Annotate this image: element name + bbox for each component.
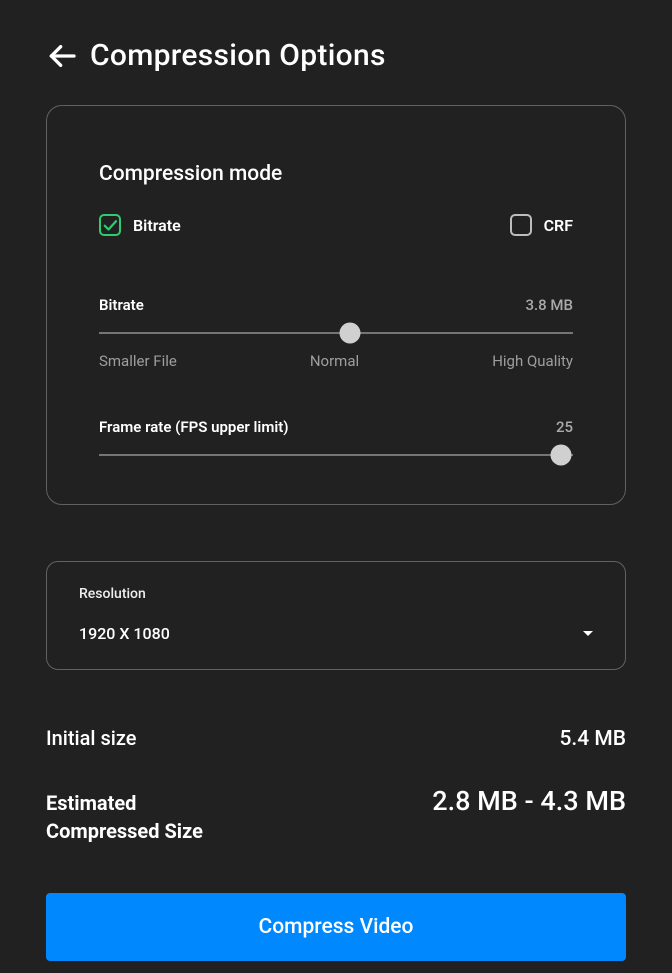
caret-down-icon [583, 631, 593, 636]
estimated-label: Estimated Compressed Size [46, 789, 203, 845]
resolution-value: 1920 X 1080 [79, 624, 170, 643]
framerate-value: 25 [556, 418, 573, 436]
bitrate-label: Bitrate [99, 296, 144, 314]
compress-button[interactable]: Compress Video [46, 893, 626, 961]
compression-card: Compression mode Bitrate CRF Bitrate 3.8… [46, 105, 626, 505]
bitrate-tick-high: High Quality [492, 352, 573, 370]
estimated-label-line2: Compressed Size [46, 817, 203, 845]
page-title: Compression Options [90, 38, 386, 73]
initial-size-label: Initial size [46, 726, 137, 750]
mode-label-crf: CRF [544, 216, 573, 235]
initial-size-row: Initial size 5.4 MB [46, 726, 626, 751]
framerate-label: Frame rate (FPS upper limit) [99, 418, 289, 436]
mode-label-bitrate: Bitrate [133, 216, 181, 235]
checkbox-bitrate[interactable] [99, 214, 121, 236]
resolution-label: Resolution [79, 586, 593, 602]
compression-mode-title: Compression mode [99, 162, 573, 186]
bitrate-slider[interactable] [99, 332, 573, 334]
resolution-dropdown[interactable]: 1920 X 1080 [79, 624, 593, 643]
estimated-value: 2.8 MB - 4.3 MB [432, 785, 626, 817]
bitrate-slider-thumb[interactable] [340, 323, 361, 344]
bitrate-ticks: Smaller File Normal High Quality [99, 352, 573, 370]
checkbox-crf[interactable] [510, 214, 532, 236]
mode-options: Bitrate CRF [99, 214, 573, 236]
back-button[interactable] [46, 40, 78, 72]
framerate-slider-thumb[interactable] [551, 445, 572, 466]
estimated-size-row: Estimated Compressed Size 2.8 MB - 4.3 M… [46, 785, 626, 845]
bitrate-tick-mid: Normal [310, 352, 359, 370]
header: Compression Options [0, 0, 672, 93]
bitrate-value: 3.8 MB [525, 296, 573, 314]
check-icon [101, 216, 119, 234]
bitrate-tick-low: Smaller File [99, 352, 177, 370]
arrow-left-icon [46, 40, 78, 72]
mode-option-crf[interactable]: CRF [510, 214, 573, 236]
initial-size-value: 5.4 MB [559, 727, 626, 751]
mode-option-bitrate[interactable]: Bitrate [99, 214, 181, 236]
estimated-label-line1: Estimated [46, 789, 203, 817]
resolution-card: Resolution 1920 X 1080 [46, 561, 626, 670]
framerate-slider-section: Frame rate (FPS upper limit) 25 [99, 418, 573, 456]
framerate-slider[interactable] [99, 454, 573, 456]
bitrate-slider-section: Bitrate 3.8 MB Smaller File Normal High … [99, 296, 573, 370]
content: Compression mode Bitrate CRF Bitrate 3.8… [0, 93, 672, 973]
